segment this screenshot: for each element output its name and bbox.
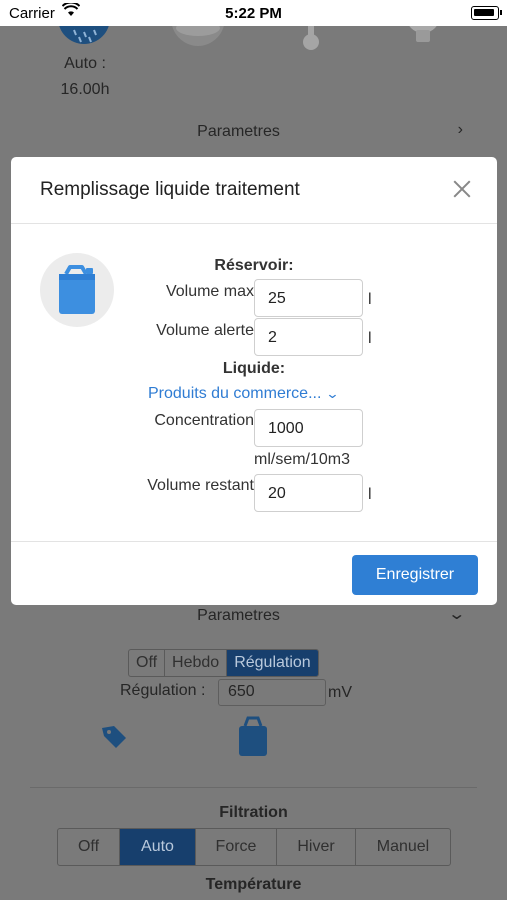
filtration-force[interactable]: Force: [196, 829, 277, 865]
chevron-down-icon: ⌄: [446, 606, 466, 623]
volume-restant-unit: l: [368, 486, 372, 503]
modal-dialog: Remplissage liquide traitement Réservoir…: [11, 157, 497, 605]
volume-max-label: Volume max: [165, 283, 254, 300]
regulation-unit: mV: [328, 684, 352, 701]
volume-max-input[interactable]: 25: [254, 279, 363, 317]
filtration-auto[interactable]: Auto: [120, 829, 196, 865]
concentration-label: Concentration: [154, 412, 254, 429]
regulation-input[interactable]: 650: [218, 679, 326, 706]
liquide-heading: Liquide:: [222, 360, 286, 377]
filtration-manuel[interactable]: Manuel: [356, 829, 450, 865]
parametres-row-mid[interactable]: Parametres: [0, 607, 477, 625]
modal-footer-divider: [11, 541, 497, 542]
save-button[interactable]: Enregistrer: [352, 555, 478, 595]
tag-icon[interactable]: [98, 722, 130, 752]
regulation-label: Régulation :: [120, 682, 206, 699]
parametres-row-top[interactable]: Parametres: [0, 123, 477, 141]
jerrycan-small-icon[interactable]: [236, 716, 270, 758]
liquide-select[interactable]: Produits du commerce... ⌄: [148, 385, 340, 403]
filtration-off[interactable]: Off: [58, 829, 120, 865]
battery-icon: [471, 6, 502, 20]
volume-restant-input[interactable]: 20: [254, 474, 363, 512]
status-bar: Carrier 5:22 PM: [0, 0, 507, 26]
segment-off[interactable]: Off: [129, 650, 166, 676]
auto-time: 16.00h: [60, 81, 110, 98]
liquide-select-value: Produits du commerce...: [148, 385, 322, 402]
filtration-title: Filtration: [219, 804, 288, 821]
concentration-unit: ml/sem/10m3: [254, 451, 351, 468]
close-icon[interactable]: [453, 180, 471, 198]
mode-segmented-control: Off Hebdo Régulation: [128, 649, 319, 677]
clock: 5:22 PM: [225, 5, 282, 22]
volume-alerte-unit: l: [368, 330, 372, 347]
filtration-segmented-control: Off Auto Force Hiver Manuel: [57, 828, 451, 866]
segment-hebdo[interactable]: Hebdo: [165, 650, 228, 676]
volume-max-unit: l: [368, 291, 372, 308]
chevron-right-icon: ›: [457, 121, 463, 138]
concentration-input[interactable]: 1000: [254, 409, 363, 447]
modal-header: Remplissage liquide traitement: [11, 157, 497, 224]
jerrycan-icon: [59, 265, 95, 314]
jerrycan-avatar: [40, 253, 114, 327]
reservoir-heading: Réservoir:: [214, 257, 294, 274]
volume-restant-label: Volume restant: [147, 477, 254, 494]
filtration-hiver[interactable]: Hiver: [277, 829, 356, 865]
volume-alerte-label: Volume alerte: [156, 322, 254, 339]
divider: [30, 787, 477, 788]
volume-alerte-input[interactable]: 2: [254, 318, 363, 356]
modal-title: Remplissage liquide traitement: [40, 179, 300, 200]
chevron-down-icon: ⌄: [325, 386, 340, 401]
auto-label: Auto :: [64, 55, 106, 72]
segment-regulation[interactable]: Régulation: [227, 650, 318, 676]
temperature-title: Température: [205, 876, 302, 893]
